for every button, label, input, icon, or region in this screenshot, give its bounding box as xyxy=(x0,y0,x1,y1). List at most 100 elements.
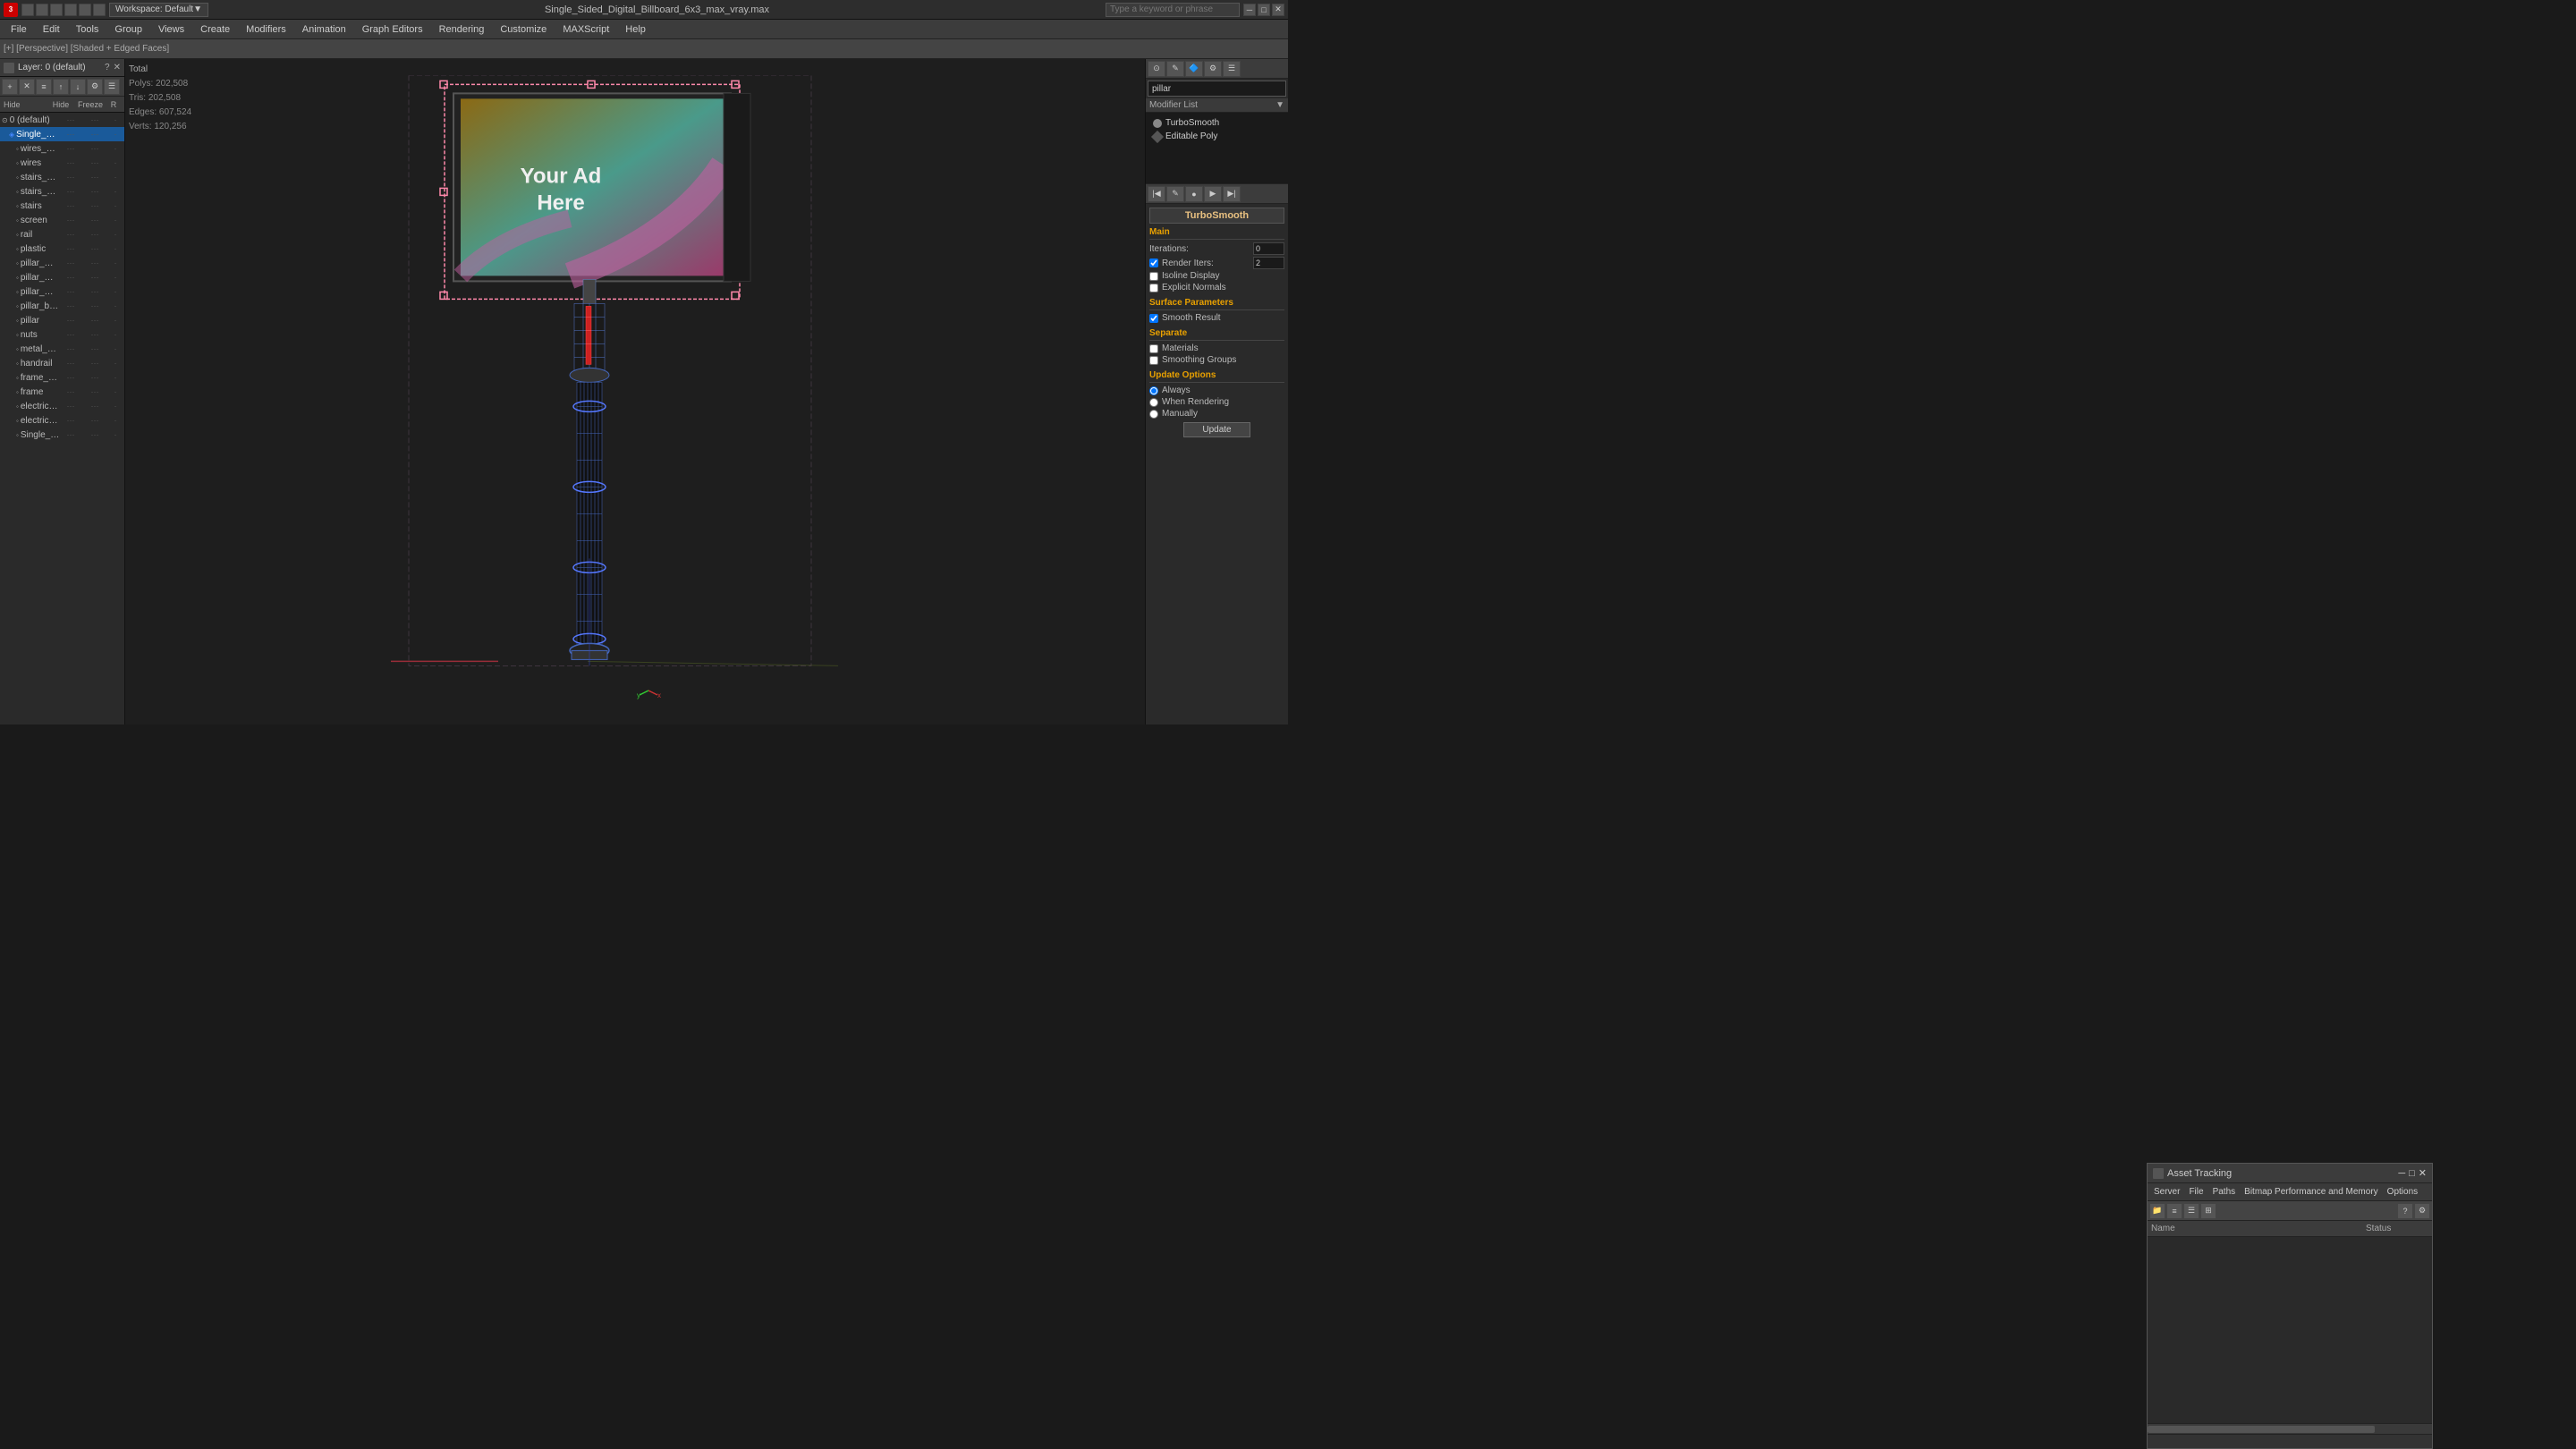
layer-item[interactable]: ◦ stairs_nuts ··· ··· · xyxy=(0,170,124,184)
viewport[interactable]: Total Polys: 202,508 Tris: 202,508 Edges… xyxy=(125,59,1145,724)
layer-item[interactable]: ⊙ 0 (default) ··· ··· · xyxy=(0,113,124,127)
asset-scrollbar[interactable] xyxy=(2148,1423,2432,1434)
layer-item[interactable]: ◦ frame ··· ··· · xyxy=(0,385,124,399)
quick-access-toolbar[interactable] xyxy=(21,4,106,16)
asset-btn5[interactable]: ? xyxy=(2397,1203,2413,1219)
menu-rendering[interactable]: Rendering xyxy=(432,22,492,37)
asset-minimize-btn[interactable]: ─ xyxy=(2398,1168,2405,1179)
asset-btn3[interactable]: ☰ xyxy=(2183,1203,2199,1219)
render-iters-input[interactable] xyxy=(1253,257,1284,269)
layers-collapse-btn[interactable]: ↓ xyxy=(70,79,86,95)
layers-expand-btn[interactable]: ⚙ xyxy=(87,79,103,95)
asset-menu-options[interactable]: Options xyxy=(2385,1186,2420,1198)
layer-item[interactable]: ◦ frame_mount ··· ··· · xyxy=(0,370,124,385)
layer-item[interactable]: ◦ pillar_mod_3 ··· ··· · xyxy=(0,256,124,270)
asset-btn6[interactable]: ⚙ xyxy=(2414,1203,2430,1219)
layer-item[interactable]: ◦ metal_back ··· ··· · xyxy=(0,342,124,356)
render-iters-checkbox[interactable] xyxy=(1149,258,1158,267)
layer-item[interactable]: ◦ stairs ··· ··· · xyxy=(0,199,124,213)
menu-help[interactable]: Help xyxy=(618,22,653,37)
layer-item[interactable]: ◦ wires_detail ··· ··· · xyxy=(0,141,124,156)
layers-new-btn[interactable]: + xyxy=(2,79,18,95)
window-controls[interactable]: ─ □ ✕ xyxy=(1243,4,1284,16)
layer-item[interactable]: ◈ Single_Sided_Digital_Billboard_6x3 ···… xyxy=(0,127,124,141)
layer-item[interactable]: ◦ pillar_mod_2 ··· ··· · xyxy=(0,270,124,284)
layer-item[interactable]: ◦ stairs_mount ··· ··· · xyxy=(0,184,124,199)
layer-item[interactable]: ◦ pillar_base ··· ··· · xyxy=(0,299,124,313)
asset-menu-bitmap[interactable]: Bitmap Performance and Memory xyxy=(2241,1186,2381,1198)
modifier-turbosmooth[interactable]: TurboSmooth xyxy=(1149,116,1284,130)
rp-btn5[interactable]: ☰ xyxy=(1223,61,1241,77)
asset-maximize-btn[interactable]: □ xyxy=(2409,1168,2415,1179)
workspace-selector[interactable]: Workspace: Default ▼ xyxy=(109,3,208,17)
layer-item[interactable]: ◦ wires ··· ··· · xyxy=(0,156,124,170)
menu-tools[interactable]: Tools xyxy=(69,22,106,37)
layer-item[interactable]: ◦ pillar_mod_1 ··· ··· · xyxy=(0,284,124,299)
coord-indicator: x y xyxy=(635,677,662,707)
layers-close-button[interactable]: ✕ xyxy=(114,63,121,72)
layer-item[interactable]: ◦ handrail ··· ··· · xyxy=(0,356,124,370)
modifier-editable-poly[interactable]: Editable Poly xyxy=(1149,130,1284,143)
asset-btn4[interactable]: ⊞ xyxy=(2200,1203,2216,1219)
asset-menu-server[interactable]: Server xyxy=(2151,1186,2182,1198)
update-button[interactable]: Update xyxy=(1183,422,1250,437)
smoothing-checkbox[interactable] xyxy=(1149,356,1158,365)
layers-create-btn[interactable]: ≡ xyxy=(36,79,52,95)
layer-item[interactable]: ◦ screen ··· ··· · xyxy=(0,213,124,227)
menu-maxscript[interactable]: MAXScript xyxy=(555,22,616,37)
layer-item[interactable]: ◦ pillar ··· ··· · xyxy=(0,313,124,327)
menu-create[interactable]: Create xyxy=(193,22,237,37)
smooth-result-checkbox[interactable] xyxy=(1149,314,1158,323)
layer-item[interactable]: ◦ rail ··· ··· · xyxy=(0,227,124,242)
layers-settings-btn[interactable]: ☰ xyxy=(104,79,120,95)
stats-edges: Edges: 607,524 xyxy=(129,106,191,120)
menu-animation[interactable]: Animation xyxy=(295,22,353,37)
minimize-button[interactable]: ─ xyxy=(1243,4,1256,16)
menu-group[interactable]: Group xyxy=(107,22,149,37)
always-radio[interactable] xyxy=(1149,386,1158,395)
asset-menu-paths[interactable]: Paths xyxy=(2210,1186,2239,1198)
manually-radio[interactable] xyxy=(1149,410,1158,419)
asset-menu-bar: Server File Paths Bitmap Performance and… xyxy=(2148,1183,2432,1201)
maximize-button[interactable]: □ xyxy=(1258,4,1270,16)
mod-nav-5[interactable]: ▶| xyxy=(1223,186,1241,202)
asset-menu-file[interactable]: File xyxy=(2186,1186,2206,1198)
menu-customize[interactable]: Customize xyxy=(493,22,554,37)
layers-delete-btn[interactable]: ✕ xyxy=(19,79,35,95)
layers-move-btn[interactable]: ↑ xyxy=(53,79,69,95)
mod-nav-1[interactable]: |◀ xyxy=(1148,186,1165,202)
layer-item[interactable]: ◦ electric_box ··· ··· · xyxy=(0,413,124,428)
modifier-params: TurboSmooth Main Iterations: Render Iter… xyxy=(1146,204,1288,724)
asset-btn1[interactable]: 📁 xyxy=(2149,1203,2165,1219)
layer-item[interactable]: ◦ nuts ··· ··· · xyxy=(0,327,124,342)
materials-checkbox[interactable] xyxy=(1149,344,1158,353)
rp-btn4[interactable]: ⚙ xyxy=(1204,61,1222,77)
mod-nav-3[interactable]: ● xyxy=(1185,186,1203,202)
object-name-field[interactable] xyxy=(1148,80,1286,97)
layer-item[interactable]: ◦ Single_Sided_Digital_Billboard_6x3_ ··… xyxy=(0,428,124,442)
iterations-input[interactable] xyxy=(1253,242,1284,255)
rp-btn1[interactable]: ⊙ xyxy=(1148,61,1165,77)
menu-edit[interactable]: Edit xyxy=(36,22,67,37)
asset-btn2[interactable]: ≡ xyxy=(2166,1203,2182,1219)
mod-nav-2[interactable]: ✎ xyxy=(1166,186,1184,202)
menu-modifiers[interactable]: Modifiers xyxy=(239,22,293,37)
menu-file[interactable]: File xyxy=(4,22,34,37)
menu-bar: File Edit Tools Group Views Create Modif… xyxy=(0,20,1288,39)
when-rendering-radio[interactable] xyxy=(1149,398,1158,407)
rp-btn2[interactable]: ✎ xyxy=(1166,61,1184,77)
app-icon: 3 xyxy=(4,3,18,17)
search-input[interactable] xyxy=(1106,3,1240,17)
menu-graph-editors[interactable]: Graph Editors xyxy=(355,22,430,37)
explicit-checkbox[interactable] xyxy=(1149,284,1158,292)
menu-views[interactable]: Views xyxy=(151,22,191,37)
layers-help-button[interactable]: ? xyxy=(105,63,110,72)
rp-btn3[interactable]: 🔷 xyxy=(1185,61,1203,77)
close-button[interactable]: ✕ xyxy=(1272,4,1284,16)
mod-nav-4[interactable]: ▶ xyxy=(1204,186,1222,202)
modifier-dropdown-arrow[interactable]: ▼ xyxy=(1275,100,1284,110)
layer-item[interactable]: ◦ plastic ··· ··· · xyxy=(0,242,124,256)
layer-item[interactable]: ◦ electric_box_support ··· ··· · xyxy=(0,399,124,413)
isoline-checkbox[interactable] xyxy=(1149,272,1158,281)
asset-close-btn[interactable]: ✕ xyxy=(2419,1167,2427,1179)
